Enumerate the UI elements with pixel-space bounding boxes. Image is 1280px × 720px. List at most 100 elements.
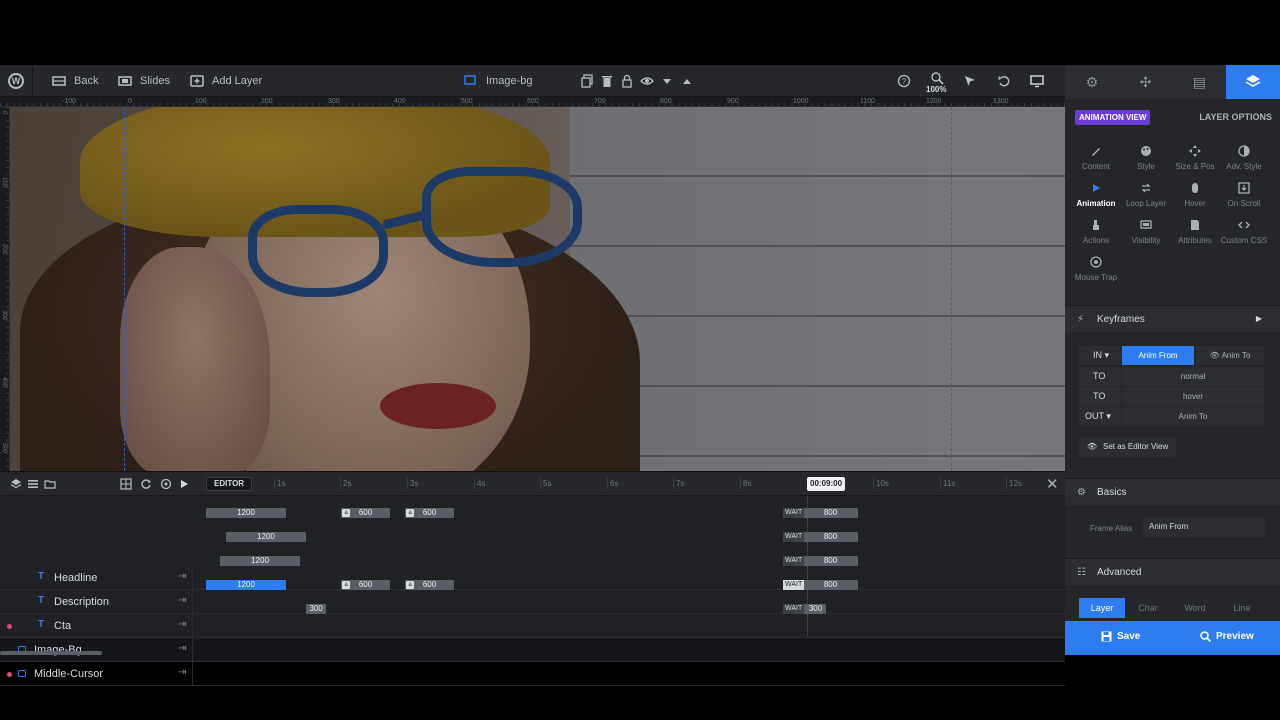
timeline-row-cta[interactable]: T Cta ⇥ [0,614,1065,638]
tab-layer[interactable]: Layer [1079,598,1125,618]
preview-button[interactable]: Preview [1200,631,1254,642]
tab-layer-options[interactable] [1226,65,1280,99]
lock-icon[interactable] [620,74,634,88]
option-content[interactable]: Content [1071,145,1121,172]
add-layer-button[interactable]: Add Layer [190,65,262,97]
set-editor-view-button[interactable]: 👁 Set as Editor View [1079,437,1177,457]
back-button[interactable]: Back [52,65,98,97]
folder-icon[interactable] [44,478,56,490]
list-icon[interactable] [27,478,39,490]
wait-label: WAIT [783,508,805,518]
loop-animation-bar[interactable]: a 600 [341,508,390,518]
undo-icon[interactable] [997,74,1011,88]
frame-alias-input[interactable]: Anim From [1143,517,1265,537]
expand-arrow-icon[interactable]: ⇥ [178,619,186,630]
in-animation-bar[interactable]: 1200 [206,508,286,518]
save-button[interactable]: Save [1101,631,1140,642]
in-animation-bar[interactable]: 300 [306,604,326,614]
slide-canvas[interactable] [10,107,1065,471]
option-style[interactable]: Style [1121,145,1171,172]
out-animation-bar[interactable]: WAIT 800 [783,508,858,518]
option-attributes[interactable]: Attributes [1170,219,1220,246]
anim-from-button[interactable]: Anim From [1122,346,1194,365]
zoom-icon[interactable] [930,71,944,85]
option-visibility[interactable]: Visibility [1121,219,1171,246]
expand-arrow-icon[interactable]: ⇥ [178,571,186,582]
in-animation-bar-selected[interactable]: 1200 [206,580,286,590]
close-timeline-icon[interactable]: ✕ [1046,475,1059,493]
basics-section-header[interactable]: ⚙ Basics [1065,478,1280,505]
option-loop-layer[interactable]: Loop Layer [1121,182,1171,209]
trash-icon[interactable] [600,74,614,88]
current-layer-selector[interactable]: Image-bg [464,65,532,97]
option-on-scroll[interactable]: On Scroll [1219,182,1269,209]
ruler-label: 300 [328,98,340,105]
ruler-label: 600 [527,98,539,105]
keyframe-label: TO [1079,367,1121,386]
expand-arrow-icon[interactable]: ⇥ [178,643,186,654]
eye-icon[interactable] [640,74,654,88]
desktop-icon[interactable] [1030,74,1044,88]
out-animation-bar[interactable]: WAIT 800 [783,532,858,542]
advanced-section-header[interactable]: ☷ Advanced [1065,558,1280,585]
keyframes-section-header[interactable]: ⚡ Keyframes ▶ [1065,305,1280,332]
play-arrow-icon[interactable]: ▶ [1256,314,1262,323]
settings-icon[interactable] [160,478,172,490]
tab-slide-options[interactable]: ▤ [1173,65,1227,99]
loop-animation-bar[interactable]: a 600 [405,580,454,590]
timeline-row-middle-cursor[interactable]: Middle-Cursor ⇥ [0,662,1065,686]
tab-word[interactable]: Word [1172,598,1218,618]
anim-to-button[interactable]: 👁 Anim To [1196,346,1264,365]
timeline-row-headline[interactable]: T Headline ⇥ [0,566,1065,590]
play-icon[interactable] [178,478,190,490]
keyframe-hover[interactable]: hover [1122,387,1264,406]
pointer-icon [1090,219,1102,231]
timeline-row-description[interactable]: T Description ⇥ [0,590,1065,614]
slider-editor-app: W Back Slides Add Layer Image-bg ? 100% … [0,65,1280,686]
duplicate-icon[interactable] [580,74,594,88]
help-icon[interactable]: ? [897,74,911,88]
layers-icon[interactable] [10,478,22,490]
loop-animation-bar[interactable]: a 600 [341,580,390,590]
timeline-row-image-bg[interactable]: Image-Bg ⇥ [0,638,1065,662]
option-size-pos[interactable]: Size & Pos [1170,145,1220,172]
tab-char[interactable]: Char [1125,598,1171,618]
animation-view-badge[interactable]: ANIMATION VIEW [1075,110,1151,125]
tab-navigation[interactable]: ✣ [1119,65,1173,99]
move-down-icon[interactable] [660,74,674,88]
in-animation-bar[interactable]: 1200 [220,556,300,566]
cursor-icon[interactable] [963,74,977,88]
current-time-marker[interactable]: 00:09:00 [807,477,846,491]
slides-button[interactable]: Slides [118,65,170,97]
tab-line[interactable]: Line [1219,598,1265,618]
tick-label: 10s [876,479,889,488]
text-layer-icon: T [38,571,45,582]
expand-arrow-icon[interactable]: ⇥ [178,667,186,678]
loop-animation-bar[interactable]: a 600 [405,508,454,518]
timeline-scrollbar[interactable] [0,651,102,655]
option-label: Adv. Style [1226,162,1262,171]
out-animation-bar[interactable]: WAIT 800 [783,556,858,566]
grid-view-icon[interactable] [120,478,132,490]
keyframe-anim-to[interactable]: Anim To [1122,407,1264,426]
option-animation[interactable]: Animation [1071,182,1121,209]
out-animation-bar[interactable]: WAIT 300 [783,604,826,614]
option-custom-css[interactable]: Custom CSS [1219,219,1269,246]
keyframe-out-dropdown[interactable]: OUT ▾ [1079,407,1121,426]
keyframe-normal[interactable]: normal [1122,367,1264,386]
wordpress-icon[interactable]: W [8,73,24,89]
ruler-label: 400 [394,98,406,105]
move-up-icon[interactable] [680,74,694,88]
loop-icon[interactable] [140,478,152,490]
option-actions[interactable]: Actions [1071,219,1121,246]
option-hover[interactable]: Hover [1170,182,1220,209]
option-mouse-trap[interactable]: Mouse Trap [1071,256,1121,283]
gear-icon: ⚙ [1085,73,1099,90]
in-animation-bar[interactable]: 1200 [226,532,306,542]
keyframe-in-dropdown[interactable]: IN ▾ [1079,346,1121,365]
option-adv-style[interactable]: Adv. Style [1219,145,1269,172]
out-animation-bar[interactable]: WAIT 800 [783,580,858,590]
editor-mode-tag[interactable]: EDITOR [206,477,253,491]
tab-slider-settings[interactable]: ⚙ [1065,65,1119,99]
expand-arrow-icon[interactable]: ⇥ [178,595,186,606]
